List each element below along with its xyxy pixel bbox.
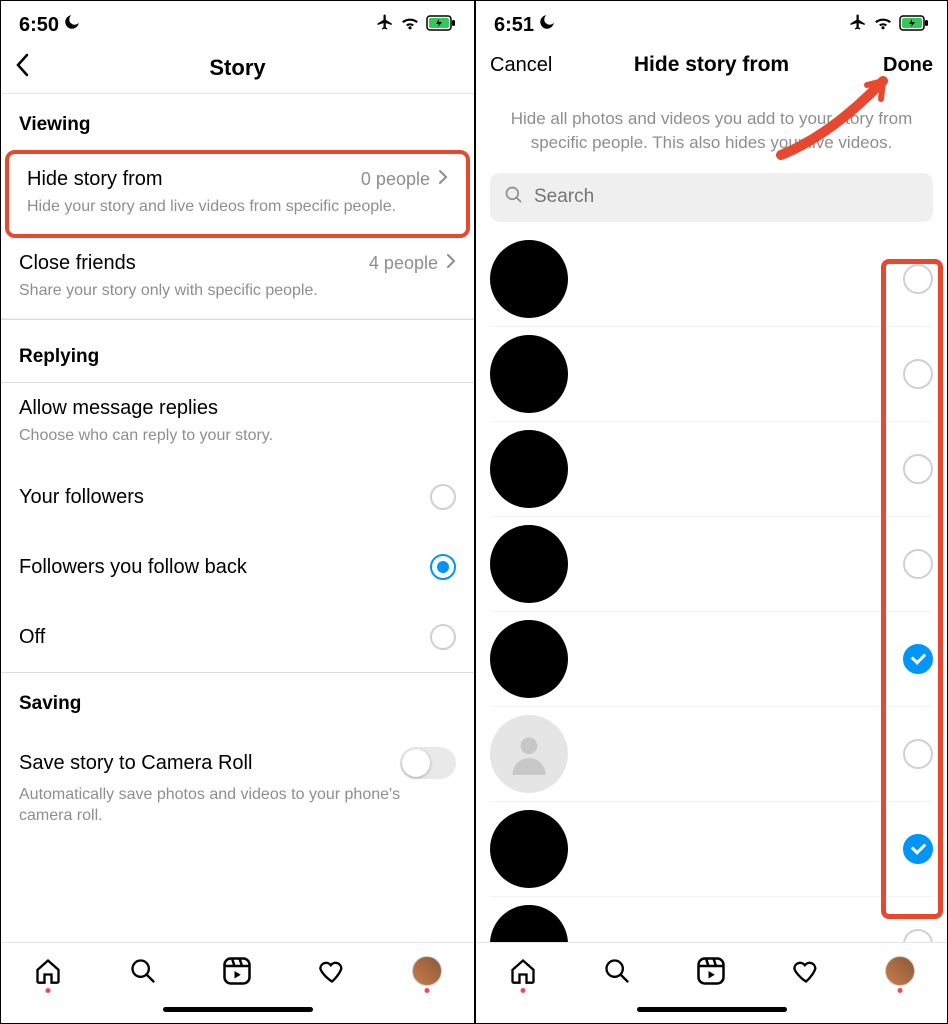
person-row[interactable]: [490, 422, 933, 517]
row-allow-replies: Allow message replies Choose who can rep…: [1, 383, 474, 463]
checkbox-icon[interactable]: [903, 549, 933, 579]
person-row[interactable]: [490, 327, 933, 422]
hide-story-value: 0 people: [361, 169, 430, 190]
section-replying: Replying: [1, 319, 474, 383]
tab-profile[interactable]: [411, 955, 443, 987]
search-input[interactable]: [534, 186, 919, 208]
wifi-icon: [873, 14, 893, 37]
tab-home[interactable]: [507, 955, 539, 987]
status-bar: 6:50: [1, 1, 474, 43]
person-row[interactable]: [490, 612, 933, 707]
allow-replies-sub: Choose who can reply to your story.: [19, 426, 412, 447]
tab-profile[interactable]: [884, 955, 916, 987]
checkbox-icon[interactable]: [903, 359, 933, 389]
close-friends-value: 4 people: [369, 253, 438, 274]
cancel-button[interactable]: Cancel: [490, 54, 570, 77]
avatar: [490, 905, 568, 942]
row-hide-story[interactable]: Hide story from 0 people Hide your story…: [9, 154, 466, 234]
status-bar: 6:51: [476, 1, 947, 43]
tab-search[interactable]: [127, 955, 159, 987]
hide-story-from-screen: 6:51 Cancel Hide story from Done Hide al…: [474, 1, 947, 1023]
airplane-icon: [376, 13, 394, 37]
close-friends-title: Close friends: [19, 252, 136, 275]
avatar: [490, 335, 568, 413]
tab-home[interactable]: [32, 955, 64, 987]
checkbox-icon[interactable]: [903, 264, 933, 294]
tab-activity[interactable]: [316, 955, 348, 987]
nav-bar: Cancel Hide story from Done: [476, 43, 947, 87]
people-list: [476, 232, 947, 942]
chevron-right-icon: [438, 169, 448, 190]
nav-title: Story: [95, 55, 380, 81]
checkbox-checked-icon[interactable]: [903, 644, 933, 674]
tab-search[interactable]: [601, 955, 633, 987]
section-viewing: Viewing: [1, 94, 474, 150]
person-row[interactable]: [490, 802, 933, 897]
tab-reels[interactable]: [695, 955, 727, 987]
home-indicator[interactable]: [476, 995, 947, 1023]
avatar: [490, 240, 568, 318]
nav-bar: Story: [1, 43, 474, 94]
toggle-save-camera[interactable]: [400, 747, 456, 779]
battery-icon: [899, 14, 929, 37]
radio-follow-back[interactable]: Followers you follow back: [1, 532, 474, 602]
allow-replies-title: Allow message replies: [19, 397, 218, 420]
save-camera-sub: Automatically save photos and videos to …: [19, 785, 412, 827]
hide-story-sub: Hide your story and live videos from spe…: [27, 197, 406, 218]
airplane-icon: [849, 13, 867, 37]
checkbox-icon[interactable]: [903, 929, 933, 942]
row-close-friends[interactable]: Close friends 4 people Share your story …: [1, 238, 474, 319]
radio-icon: [430, 624, 456, 650]
close-friends-sub: Share your story only with specific peop…: [19, 281, 412, 302]
status-time: 6:51: [494, 14, 534, 37]
wifi-icon: [400, 14, 420, 37]
description-text: Hide all photos and videos you add to yo…: [476, 87, 947, 169]
radio-icon: [430, 484, 456, 510]
radio-icon-checked: [430, 554, 456, 580]
checkbox-icon[interactable]: [903, 739, 933, 769]
avatar: [490, 525, 568, 603]
status-time: 6:50: [19, 14, 59, 37]
profile-avatar-icon: [412, 956, 442, 986]
done-button[interactable]: Done: [853, 54, 933, 77]
checkbox-checked-icon[interactable]: [903, 834, 933, 864]
section-saving: Saving: [1, 673, 474, 729]
moon-icon: [538, 13, 556, 37]
search-icon: [504, 185, 524, 210]
tab-bar: [1, 942, 474, 995]
highlight-hide-story: Hide story from 0 people Hide your story…: [5, 150, 470, 238]
profile-avatar-icon: [885, 956, 915, 986]
save-camera-title: Save story to Camera Roll: [19, 752, 252, 775]
person-row[interactable]: [490, 897, 933, 942]
radio-off[interactable]: Off: [1, 602, 474, 673]
tab-activity[interactable]: [790, 955, 822, 987]
avatar: [490, 810, 568, 888]
tab-reels[interactable]: [221, 955, 253, 987]
radio-your-followers[interactable]: Your followers: [1, 462, 474, 532]
row-save-camera-roll: Save story to Camera Roll Automatically …: [1, 729, 474, 837]
person-row[interactable]: [490, 707, 933, 802]
search-bar[interactable]: [490, 173, 933, 222]
avatar: [490, 620, 568, 698]
back-button[interactable]: [15, 53, 95, 83]
nav-title: Hide story from: [570, 53, 853, 77]
avatar: [490, 715, 568, 793]
person-row[interactable]: [490, 517, 933, 612]
home-indicator[interactable]: [1, 995, 474, 1023]
tab-bar: [476, 942, 947, 995]
story-settings-screen: 6:50 Story Viewing: [1, 1, 474, 1023]
avatar: [490, 430, 568, 508]
battery-icon: [426, 14, 456, 37]
checkbox-icon[interactable]: [903, 454, 933, 484]
person-row[interactable]: [490, 232, 933, 327]
hide-story-title: Hide story from: [27, 168, 163, 191]
moon-icon: [63, 13, 81, 37]
chevron-right-icon: [446, 253, 456, 274]
